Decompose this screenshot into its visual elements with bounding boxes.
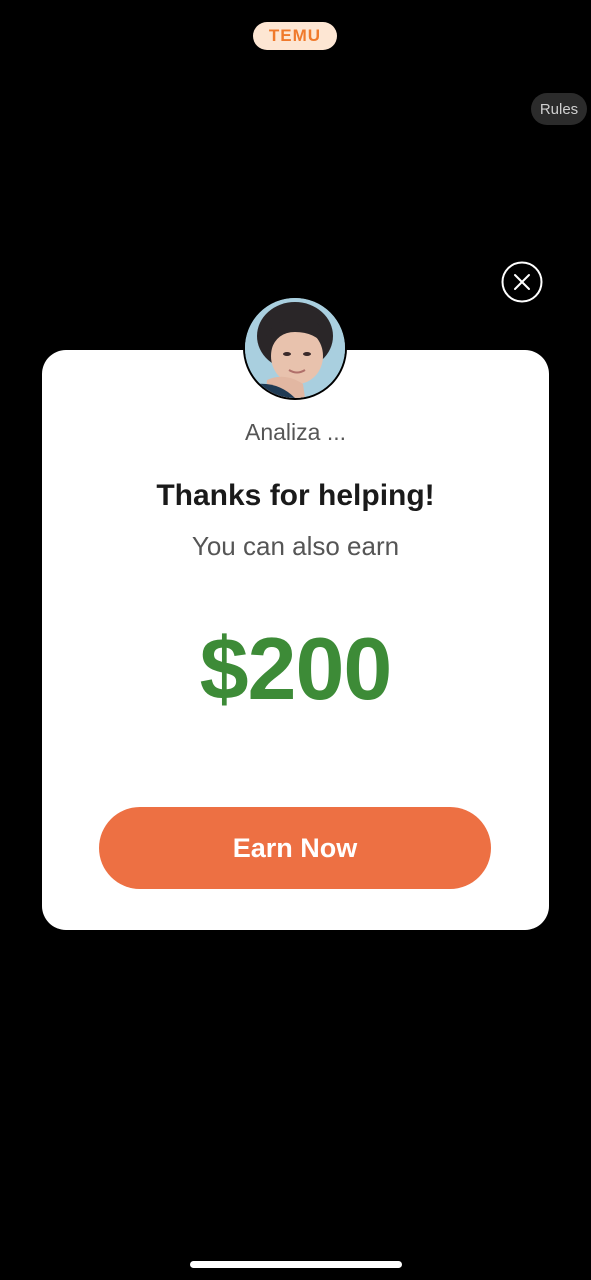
reward-amount: $200	[199, 619, 393, 718]
temu-logo-badge: TEMU	[253, 22, 337, 50]
earn-now-button[interactable]: Earn Now	[99, 807, 491, 889]
close-icon[interactable]	[501, 261, 543, 303]
rules-button[interactable]: Rules	[531, 93, 587, 125]
modal-title: Thanks for helping!	[156, 479, 435, 512]
user-name: Analiza ...	[245, 419, 346, 445]
avatar	[243, 296, 347, 400]
modal-subtitle: You can also earn	[191, 531, 400, 561]
home-indicator	[190, 1261, 402, 1268]
